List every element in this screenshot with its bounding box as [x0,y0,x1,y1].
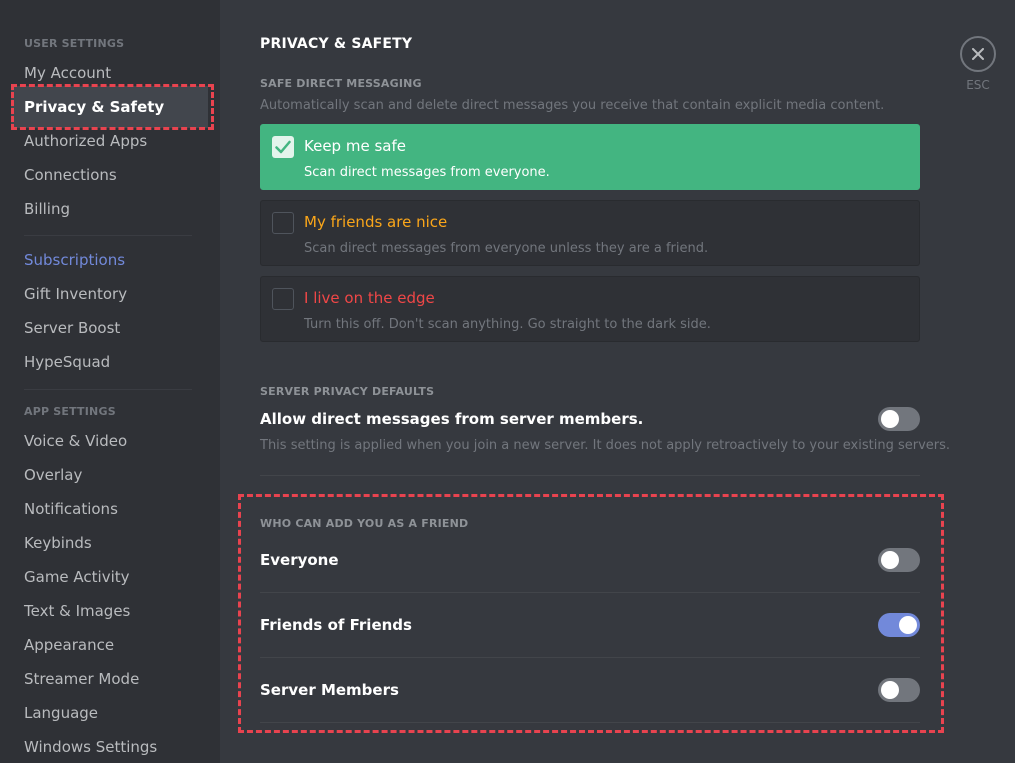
category-user-settings: USER SETTINGS [24,37,125,50]
sidebar-item-gift-inventory[interactable]: Gift Inventory [24,285,127,303]
close-icon [972,48,984,60]
sidebar-item-my-account[interactable]: My Account [24,64,111,82]
safe-dm-option-keep-me-safe[interactable]: Keep me safe Scan direct messages from e… [260,124,920,190]
close-settings-button[interactable] [960,36,996,72]
option-title: My friends are nice [304,213,448,231]
sidebar-item-voice-video[interactable]: Voice & Video [24,432,127,450]
option-title: Keep me safe [304,137,406,155]
sidebar-item-game-activity[interactable]: Game Activity [24,568,130,586]
server-dm-setting-label: Allow direct messages from server member… [260,410,644,428]
sidebar-item-billing[interactable]: Billing [24,200,70,218]
checkbox-unchecked[interactable] [272,212,294,234]
esc-hint: ESC [966,78,990,92]
sidebar-item-server-boost[interactable]: Server Boost [24,319,120,337]
sidebar-item-connections[interactable]: Connections [24,166,117,184]
sidebar-item-language[interactable]: Language [24,704,98,722]
sidebar-divider [24,389,192,390]
sidebar-item-hypesquad[interactable]: HypeSquad [24,353,110,371]
option-title: I live on the edge [304,289,435,307]
safe-dm-option-friends-nice[interactable]: My friends are nice Scan direct messages… [260,200,920,266]
sidebar-item-keybinds[interactable]: Keybinds [24,534,92,552]
option-subtitle: Scan direct messages from everyone. [304,165,550,180]
sidebar-divider [24,235,192,236]
checkbox-checked[interactable] [272,136,294,158]
server-dm-description: This setting is applied when you join a … [260,438,951,453]
sidebar-item-notifications[interactable]: Notifications [24,500,118,518]
sidebar-item-authorized-apps[interactable]: Authorized Apps [24,132,147,150]
friend-section-highlight [238,494,944,733]
sidebar-item-streamer-mode[interactable]: Streamer Mode [24,670,139,688]
checkbox-unchecked[interactable] [272,288,294,310]
section-divider [260,475,920,476]
option-subtitle: Scan direct messages from everyone unles… [304,241,709,256]
toggle-knob [881,410,899,428]
sidebar-item-appearance[interactable]: Appearance [24,636,114,654]
category-app-settings: APP SETTINGS [24,405,116,418]
server-privacy-section-label: SERVER PRIVACY DEFAULTS [260,385,435,398]
checkmark-icon [275,140,291,154]
sidebar-item-text-images[interactable]: Text & Images [24,602,130,620]
sidebar-item-windows-settings[interactable]: Windows Settings [24,738,157,756]
safe-dm-section-label: SAFE DIRECT MESSAGING [260,77,422,90]
option-subtitle: Turn this off. Don't scan anything. Go s… [304,317,711,332]
sidebar-item-overlay[interactable]: Overlay [24,466,82,484]
selected-item-highlight [11,84,214,130]
server-dm-toggle[interactable] [878,407,920,431]
safe-dm-option-live-on-edge[interactable]: I live on the edge Turn this off. Don't … [260,276,920,342]
sidebar-item-subscriptions[interactable]: Subscriptions [24,251,125,269]
safe-dm-description: Automatically scan and delete direct mes… [260,98,885,113]
page-title: PRIVACY & SAFETY [260,36,413,52]
